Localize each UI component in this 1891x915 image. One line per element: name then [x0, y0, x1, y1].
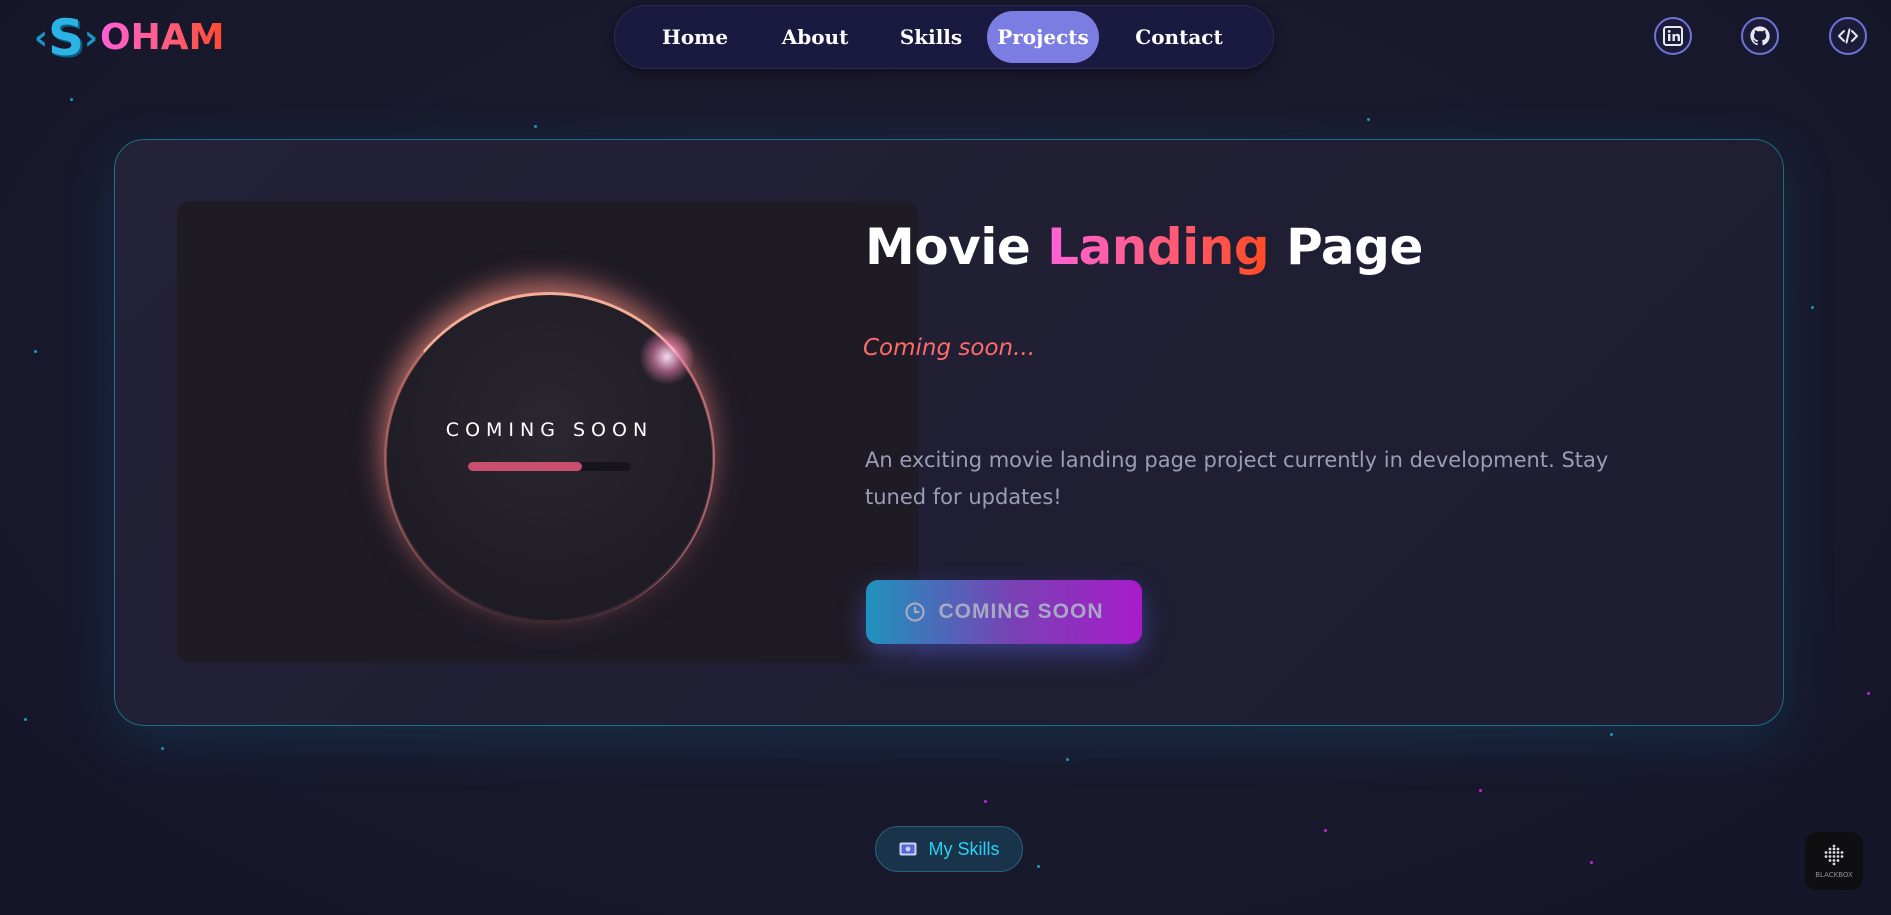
project-card: COMING SOON Movie Landing Page Coming so… [114, 139, 1784, 726]
linkedin-link[interactable] [1654, 17, 1692, 55]
preview-progress-fill [468, 462, 583, 471]
blackbox-logo-icon [1824, 844, 1844, 866]
blackbox-badge[interactable]: BLACKBOX [1805, 832, 1863, 890]
project-title: Movie Landing Page [865, 218, 1423, 276]
nav-item-contact[interactable]: Contact [1099, 11, 1259, 63]
title-part-1: Movie [865, 218, 1031, 276]
github-icon [1750, 26, 1770, 46]
site-logo[interactable]: ‹ S › OHAM [34, 10, 224, 66]
title-highlight: Landing [1047, 218, 1270, 276]
logo-left-bracket: ‹ [34, 18, 49, 58]
code-icon [1838, 28, 1858, 44]
logo-monogram: S [48, 9, 85, 67]
linkedin-icon [1663, 26, 1683, 46]
project-preview: COMING SOON [177, 201, 918, 663]
nav-item-about[interactable]: About [755, 11, 875, 63]
my-skills-label: My Skills [928, 838, 1000, 859]
preview-flare [639, 329, 695, 385]
project-status: Coming soon... [863, 335, 1036, 361]
preview-progress-bar [468, 462, 631, 471]
nav-item-home[interactable]: Home [635, 11, 755, 63]
code-link[interactable] [1829, 17, 1867, 55]
nav-item-skills[interactable]: Skills [875, 11, 987, 63]
coming-soon-button-label: COMING SOON [938, 600, 1104, 623]
coming-soon-button[interactable]: COMING SOON [866, 580, 1142, 644]
my-skills-button[interactable]: My Skills [875, 826, 1023, 872]
nav-item-projects[interactable]: Projects [987, 11, 1099, 63]
main-nav: Home About Skills Projects Contact [614, 5, 1274, 69]
clock-icon [905, 602, 926, 622]
logo-text: OHAM [100, 17, 225, 58]
project-description: An exciting movie landing page project c… [865, 448, 1609, 509]
title-part-2: Page [1286, 218, 1423, 276]
blackbox-label: BLACKBOX [1815, 871, 1853, 879]
github-link[interactable] [1741, 17, 1779, 55]
logo-right-bracket: › [84, 18, 99, 58]
id-card-icon [899, 842, 916, 856]
preview-coming-soon-text: COMING SOON [445, 419, 654, 441]
